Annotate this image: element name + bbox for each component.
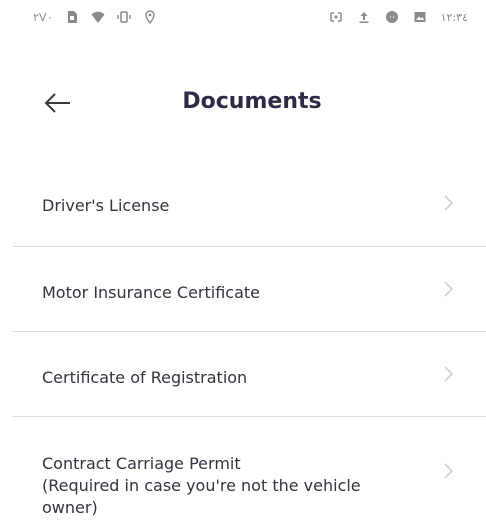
document-label: Driver's License	[42, 196, 170, 215]
vibrate-icon	[117, 11, 131, 23]
messenger-icon	[385, 11, 398, 23]
sim-card-icon	[67, 11, 77, 23]
status-bar-right: ۱۲:۳٤	[329, 10, 468, 24]
document-item-certificate-registration[interactable]: Certificate of Registration	[12, 332, 486, 417]
app-bar: Documents	[0, 75, 486, 131]
chevron-right-icon	[444, 463, 454, 479]
status-bar: ۲V۰ ۱۲:۳٤	[0, 0, 486, 36]
document-item-motor-insurance[interactable]: Motor Insurance Certificate	[12, 247, 486, 332]
page-title: Documents	[182, 89, 322, 114]
wifi-icon	[91, 11, 105, 23]
documents-list: Driver's License Motor Insurance Certifi…	[0, 160, 486, 525]
chevron-right-icon	[444, 195, 454, 211]
document-label: Contract Carriage Permit (Required in ca…	[42, 454, 361, 517]
cast-icon	[329, 12, 342, 22]
chevron-right-icon	[444, 281, 454, 297]
upload-icon	[359, 12, 369, 23]
status-left-text: ۲V۰	[33, 10, 53, 24]
document-label: Certificate of Registration	[42, 368, 248, 387]
status-bar-left: ۲V۰	[33, 10, 157, 24]
gallery-icon	[414, 12, 426, 22]
chevron-right-icon	[444, 366, 454, 382]
document-item-contract-carriage-permit[interactable]: Contract Carriage Permit (Required in ca…	[12, 417, 486, 525]
status-time: ۱۲:۳٤	[440, 10, 468, 24]
location-icon	[145, 10, 155, 24]
document-label: Motor Insurance Certificate	[42, 283, 261, 302]
document-item-drivers-license[interactable]: Driver's License	[12, 160, 486, 247]
